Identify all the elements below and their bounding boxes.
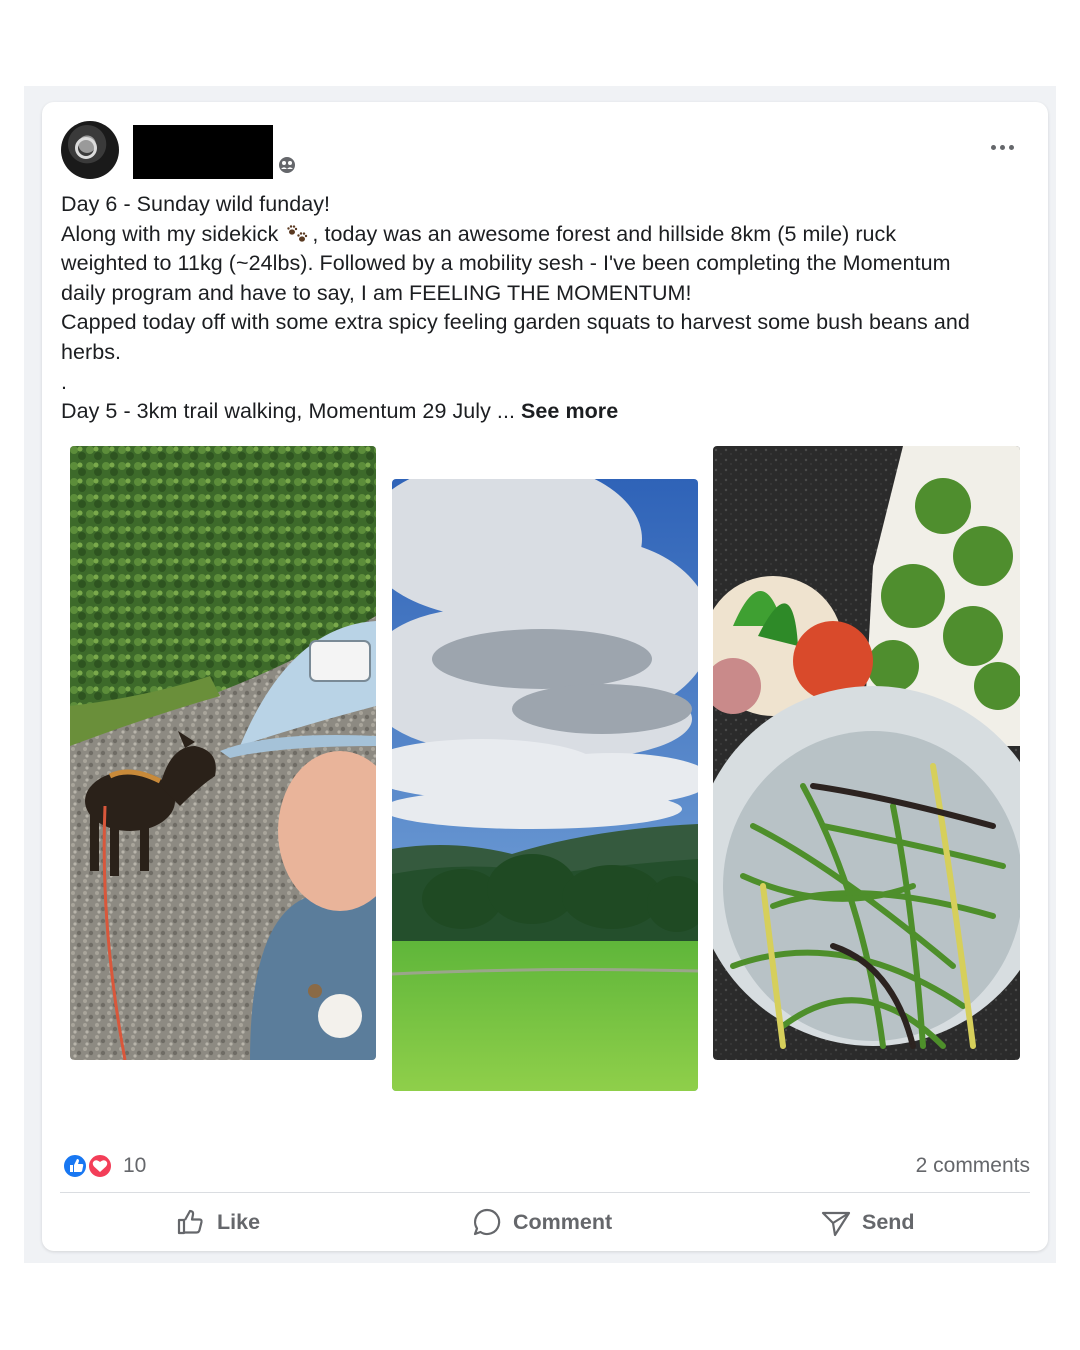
reactions-summary[interactable] xyxy=(62,1153,118,1179)
post-text-line: daily program and have to say, I am FEEL… xyxy=(61,280,692,305)
divider xyxy=(60,1192,1030,1193)
post-text-line: Day 6 - Sunday wild funday! xyxy=(61,192,331,216)
comment-button[interactable]: Comment xyxy=(471,1202,612,1242)
comment-bubble-icon xyxy=(473,1208,501,1236)
paw-prints-icon xyxy=(287,224,308,242)
send-icon xyxy=(821,1211,851,1237)
post-text-line: . xyxy=(61,369,68,394)
comments-count[interactable]: 2 comments xyxy=(916,1154,1030,1178)
comment-label: Comment xyxy=(513,1209,613,1234)
photo-clouds-and-meadow[interactable] xyxy=(392,479,698,1091)
thumbs-up-icon xyxy=(177,1209,203,1235)
post-text-line: herbs. xyxy=(61,339,122,364)
privacy-group-icon xyxy=(279,157,295,173)
post-text-line: weighted to 11kg (~24lbs). Followed by a… xyxy=(61,251,951,276)
see-more-link[interactable]: See more xyxy=(521,399,618,423)
post-text-line: Along with my sidekick , today was an aw… xyxy=(61,221,897,246)
send-label: Send xyxy=(862,1209,915,1234)
redacted-author-name[interactable] xyxy=(133,125,273,179)
like-button[interactable]: Like xyxy=(175,1202,260,1242)
photo-selfie-with-dog[interactable] xyxy=(70,446,376,1060)
photo-harvested-beans-and-herbs[interactable] xyxy=(713,446,1020,1060)
post-text-line: Day 5 - 3km trail walking, Momentum 29 J… xyxy=(61,399,619,424)
more-options-button[interactable] xyxy=(986,134,1020,160)
send-button[interactable]: Send xyxy=(820,1202,915,1242)
reaction-count[interactable]: 10 xyxy=(123,1154,146,1178)
post-text-line: Capped today off with some extra spicy f… xyxy=(61,310,970,335)
post-text: Day 6 - Sunday wild funday! Along with m… xyxy=(61,190,1036,427)
author-avatar[interactable] xyxy=(61,121,119,179)
like-label: Like xyxy=(217,1209,261,1234)
